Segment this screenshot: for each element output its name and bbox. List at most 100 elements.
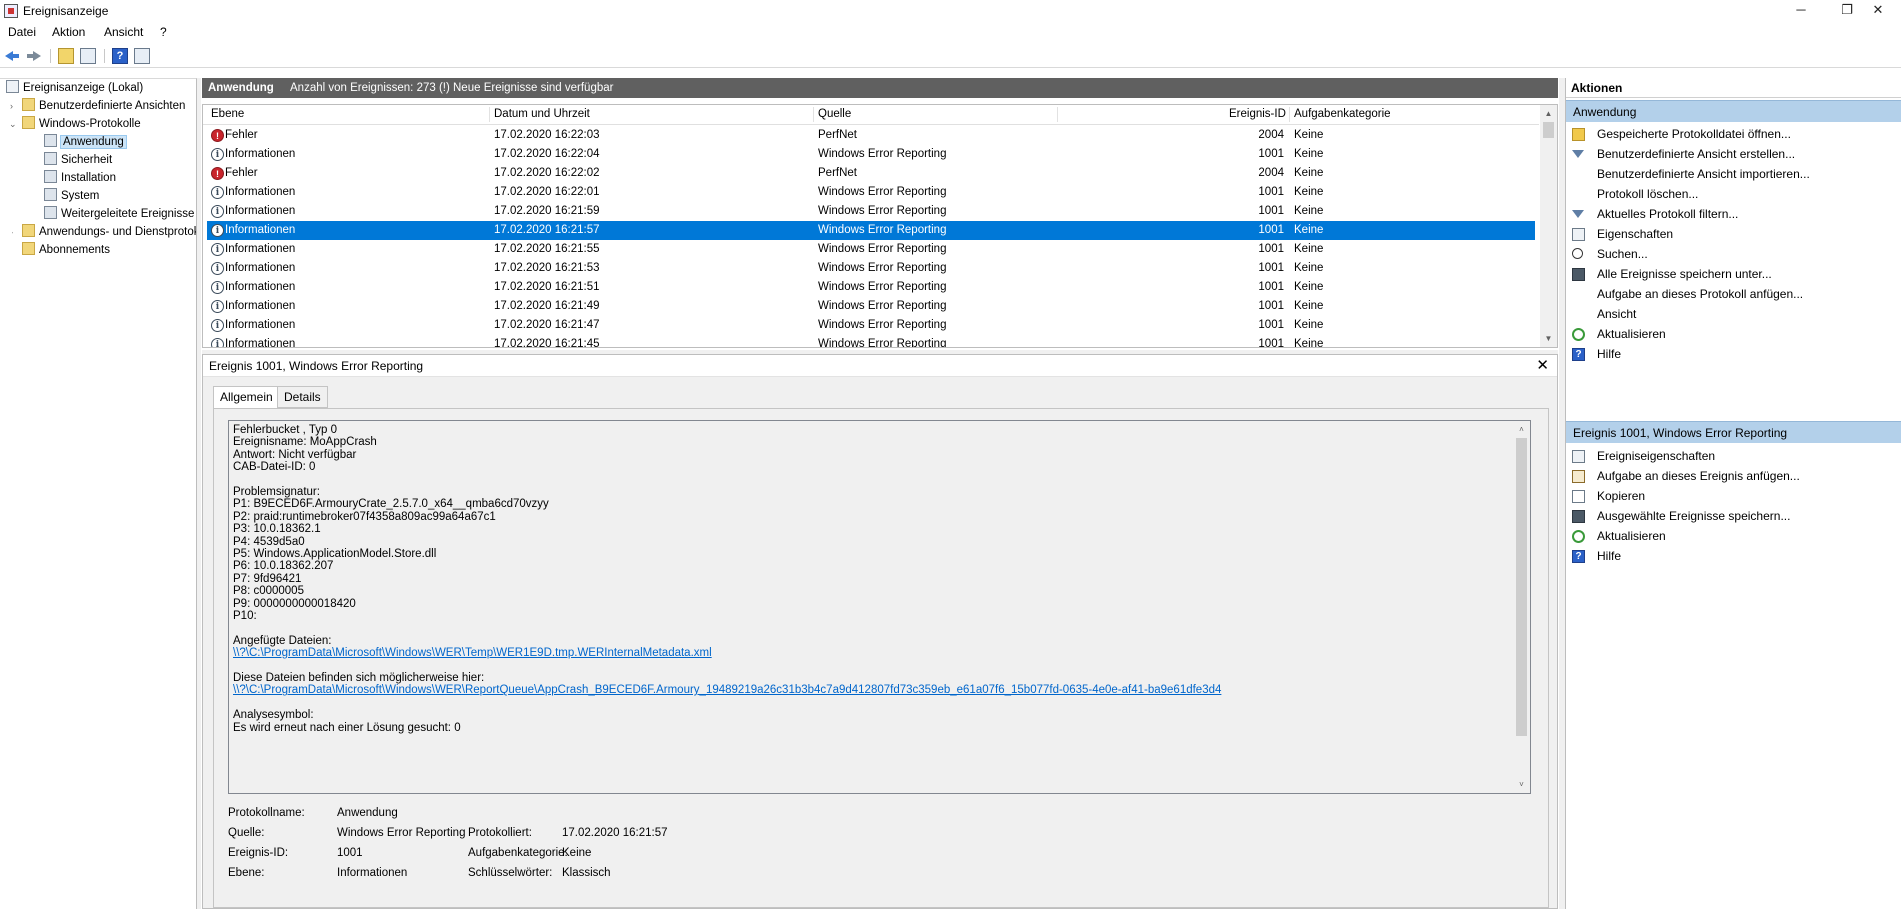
event-row[interactable]: i Informationen 17.02.2020 16:21:47 Windows… bbox=[207, 316, 1535, 335]
tree-item-log-forwarded[interactable]: Weitergeleitete Ereignisse bbox=[44, 206, 196, 224]
cell-source: PerfNet bbox=[818, 129, 857, 141]
tree-item-log-installation[interactable]: Installation bbox=[44, 170, 116, 188]
action-item[interactable]: ? Hilfe bbox=[1566, 545, 1901, 567]
scrollbar-thumb[interactable] bbox=[1543, 122, 1554, 138]
description-scrollbar[interactable]: ˄ ˅ bbox=[1513, 421, 1530, 793]
expand-chevron-icon[interactable]: › bbox=[12, 228, 18, 237]
menu-ansicht[interactable]: Ansicht bbox=[104, 25, 143, 39]
cell-datetime: 17.02.2020 16:21:53 bbox=[494, 262, 600, 274]
action-item[interactable]: Benutzerdefinierte Ansicht erstellen... bbox=[1566, 143, 1901, 165]
action-item[interactable]: Alle Ereignisse speichern unter... bbox=[1566, 263, 1901, 285]
action-item[interactable]: Aktuelles Protokoll filtern... bbox=[1566, 203, 1901, 225]
menu-help[interactable]: ? bbox=[160, 25, 167, 39]
event-row[interactable]: i Informationen 17.02.2020 16:21:45 Windows… bbox=[207, 335, 1535, 348]
show-hide-tree-icon[interactable] bbox=[80, 48, 96, 64]
tree-item-log-system[interactable]: System bbox=[44, 188, 99, 206]
column-level[interactable]: Ebene bbox=[211, 108, 244, 120]
action-item[interactable]: Suchen... bbox=[1566, 243, 1901, 265]
collapse-chevron-icon[interactable]: ⌄ bbox=[9, 120, 17, 129]
tree-item-app-services-logs[interactable]: › Anwendungs- und Dienstprotokolle bbox=[12, 224, 196, 242]
scroll-down-arrow-icon[interactable]: ˅ bbox=[1513, 776, 1530, 793]
event-row[interactable]: ! Fehler 17.02.2020 16:22:02 PerfNet 2004 Kei… bbox=[207, 164, 1535, 183]
cell-category: Keine bbox=[1294, 129, 1324, 141]
tab-details[interactable]: Details bbox=[277, 386, 328, 408]
event-list-header: Ebene Datum und Uhrzeit Quelle Ereignis-… bbox=[203, 105, 1539, 125]
column-separator[interactable] bbox=[1057, 107, 1058, 122]
event-row[interactable]: i Informationen 17.02.2020 16:21:49 Windows… bbox=[207, 297, 1535, 316]
scroll-down-arrow-icon[interactable]: ▼ bbox=[1540, 330, 1557, 347]
action-item[interactable]: Benutzerdefinierte Ansicht importieren..… bbox=[1566, 163, 1901, 185]
cell-category: Keine bbox=[1294, 224, 1324, 236]
column-event-id[interactable]: Ereignis-ID bbox=[1229, 108, 1286, 120]
event-row[interactable]: i Informationen 17.02.2020 16:21:55 Windows… bbox=[207, 240, 1535, 259]
event-row[interactable]: i Informationen 17.02.2020 16:21:53 Windows… bbox=[207, 259, 1535, 278]
action-item[interactable]: Ansicht bbox=[1566, 303, 1901, 325]
file-path-link[interactable]: \\?\C:\ProgramData\Microsoft\Windows\WER… bbox=[233, 647, 712, 659]
action-item[interactable]: Ausgewählte Ereignisse speichern... bbox=[1566, 505, 1901, 527]
back-arrow-icon[interactable] bbox=[4, 48, 20, 64]
event-description-textbox[interactable]: Fehlerbucket , Typ 0 Ereignisname: MoAppC… bbox=[228, 420, 1531, 794]
menu-datei[interactable]: Datei bbox=[8, 25, 36, 39]
cell-datetime: 17.02.2020 16:21:45 bbox=[494, 338, 600, 348]
cell-level: Informationen bbox=[225, 186, 296, 198]
close-details-icon[interactable]: ✕ bbox=[1536, 357, 1549, 375]
menu-aktion[interactable]: Aktion bbox=[52, 25, 85, 39]
action-item[interactable]: Aktualisieren bbox=[1566, 323, 1901, 345]
actions-section-event[interactable]: Ereignis 1001, Windows Error Reporting bbox=[1566, 421, 1901, 443]
log-icon bbox=[44, 206, 57, 219]
scroll-up-arrow-icon[interactable]: ˄ bbox=[1513, 421, 1530, 438]
action-item[interactable]: Eigenschaften bbox=[1566, 223, 1901, 245]
cell-category: Keine bbox=[1294, 243, 1324, 255]
scroll-up-arrow-icon[interactable]: ▲ bbox=[1540, 105, 1557, 122]
filter-icon bbox=[1572, 210, 1584, 218]
column-datetime[interactable]: Datum und Uhrzeit bbox=[494, 108, 590, 120]
scrollbar-thumb[interactable] bbox=[1516, 438, 1527, 736]
prop-logged-label: Protokolliert: bbox=[468, 827, 532, 839]
tree-item-log-sicherheit[interactable]: Sicherheit bbox=[44, 152, 112, 170]
tree-item-windows-logs[interactable]: ⌄ Windows-Protokolle bbox=[9, 116, 141, 134]
description-line: P2: praid:runtimebroker07f4358a809ac99a6… bbox=[233, 510, 496, 523]
action-item[interactable]: Kopieren bbox=[1566, 485, 1901, 507]
event-row[interactable]: i Informationen 17.02.2020 16:22:01 Windows… bbox=[207, 183, 1535, 202]
action-item[interactable]: Gespeicherte Protokolldatei öffnen... bbox=[1566, 123, 1901, 145]
column-separator[interactable] bbox=[813, 107, 814, 122]
action-item[interactable]: Aufgabe an dieses Protokoll anfügen... bbox=[1566, 283, 1901, 305]
tree-item-subscriptions[interactable]: Abonnements bbox=[22, 242, 110, 260]
prop-level-value: Informationen bbox=[337, 867, 408, 879]
file-path-link[interactable]: \\?\C:\ProgramData\Microsoft\Windows\WER… bbox=[233, 684, 1221, 696]
action-item[interactable]: Aktualisieren bbox=[1566, 525, 1901, 547]
up-folder-icon[interactable] bbox=[58, 48, 74, 64]
column-source[interactable]: Quelle bbox=[818, 108, 851, 120]
event-row[interactable]: i Informationen 17.02.2020 16:21:51 Windows… bbox=[207, 278, 1535, 297]
action-item[interactable]: ? Hilfe bbox=[1566, 343, 1901, 365]
event-row[interactable]: i Informationen 17.02.2020 16:21:59 Windows… bbox=[207, 202, 1535, 221]
tree-item-log-anwendung[interactable]: Anwendung bbox=[44, 134, 127, 152]
event-row[interactable]: i Informationen 17.02.2020 16:22:04 Windows… bbox=[207, 145, 1535, 164]
show-hide-action-pane-icon[interactable] bbox=[134, 48, 150, 64]
forward-arrow-icon[interactable] bbox=[26, 48, 42, 64]
action-item[interactable]: Ereigniseigenschaften bbox=[1566, 445, 1901, 467]
column-separator[interactable] bbox=[1289, 107, 1290, 122]
prop-level-label: Ebene: bbox=[228, 867, 265, 879]
actions-section-log[interactable]: Anwendung bbox=[1566, 100, 1901, 122]
tab-general-body: Fehlerbucket , Typ 0 Ereignisname: MoAppC… bbox=[213, 408, 1549, 908]
column-task-category[interactable]: Aufgabenkategorie bbox=[1294, 108, 1391, 120]
minimize-button[interactable]: ─ bbox=[1778, 0, 1824, 22]
action-item-label: Ereigniseigenschaften bbox=[1597, 449, 1716, 463]
prop-keywords-value: Klassisch bbox=[562, 867, 611, 879]
tree-item-root[interactable]: Ereignisanzeige (Lokal) bbox=[6, 80, 143, 98]
event-row[interactable]: i Informationen 17.02.2020 16:21:57 Windows… bbox=[207, 221, 1535, 240]
close-window-button[interactable]: ✕ bbox=[1855, 0, 1901, 22]
action-item[interactable]: Protokoll löschen... bbox=[1566, 183, 1901, 205]
event-list-scrollbar[interactable]: ▲ ▼ bbox=[1540, 105, 1557, 347]
expand-chevron-icon[interactable]: › bbox=[10, 102, 18, 111]
info-icon: i bbox=[211, 148, 224, 161]
cell-source: PerfNet bbox=[818, 167, 857, 179]
tree-item-custom-views[interactable]: › Benutzerdefinierte Ansichten bbox=[10, 98, 185, 116]
description-line: Fehlerbucket , Typ 0 bbox=[233, 424, 337, 436]
action-item[interactable]: Aufgabe an dieses Ereignis anfügen... bbox=[1566, 465, 1901, 487]
tab-allgemein[interactable]: Allgemein bbox=[213, 386, 280, 409]
help-icon[interactable]: ? bbox=[112, 48, 128, 64]
column-separator[interactable] bbox=[489, 107, 490, 122]
event-row[interactable]: ! Fehler 17.02.2020 16:22:03 PerfNet 2004 Kei… bbox=[207, 126, 1535, 145]
